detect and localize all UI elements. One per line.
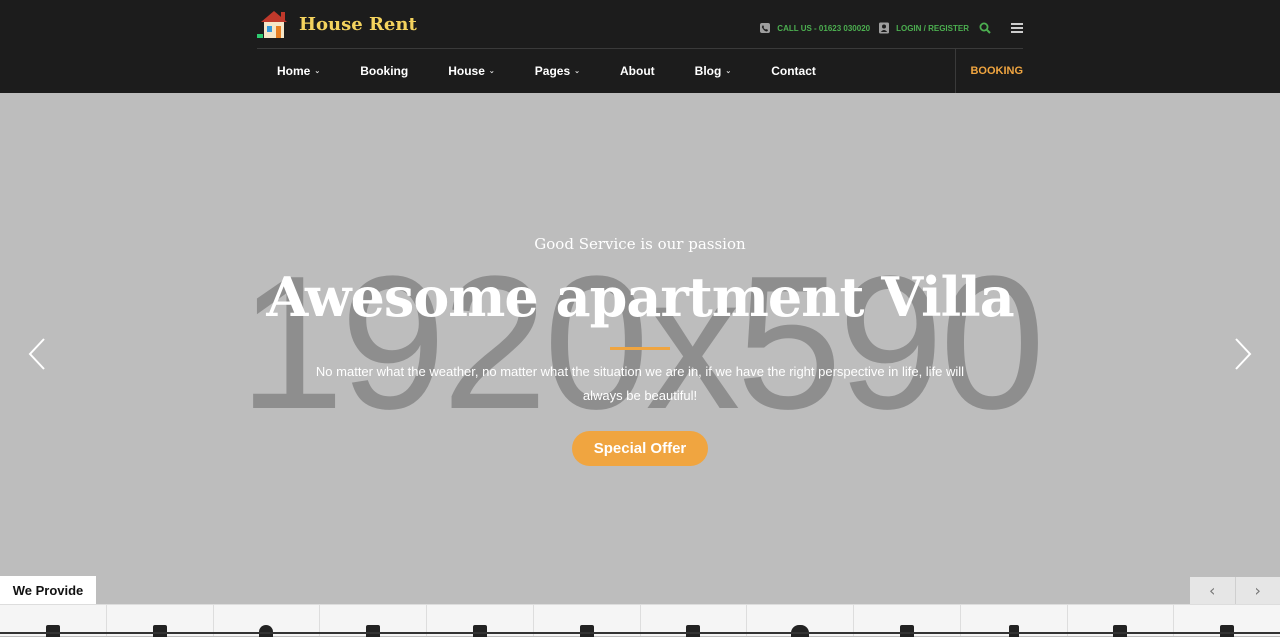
service-icon bbox=[1113, 625, 1127, 637]
provide-pager: ‹ › bbox=[1190, 577, 1280, 604]
provide-icon-strip bbox=[0, 604, 1280, 636]
nav-label: House bbox=[448, 64, 485, 78]
nav-item-blog[interactable]: Blog⌄ bbox=[675, 49, 752, 93]
provide-next-icon[interactable]: › bbox=[1235, 577, 1280, 604]
service-icon bbox=[153, 625, 167, 637]
nav-label: Pages bbox=[535, 64, 570, 78]
brand-name: House Rent bbox=[299, 14, 417, 35]
chevron-down-icon: ⌄ bbox=[725, 67, 731, 75]
top-info-bar: CALL US - 01623 030020 LOGIN / REGISTER bbox=[759, 20, 1025, 36]
we-provide-tab[interactable]: We Provide bbox=[0, 576, 96, 604]
chevron-down-icon: ⌄ bbox=[314, 67, 320, 75]
brand-logo-link[interactable]: House Rent bbox=[257, 8, 417, 40]
nav-label: Booking bbox=[360, 64, 408, 78]
hero-kicker: Good Service is our passion bbox=[0, 235, 1280, 253]
user-icon bbox=[878, 22, 890, 34]
nav-label: Contact bbox=[771, 64, 816, 78]
chevron-down-icon: ⌄ bbox=[489, 67, 495, 75]
nav-item-booking[interactable]: Booking bbox=[340, 49, 428, 93]
strip-baseline bbox=[0, 632, 1280, 634]
site-header: House Rent CALL US - 01623 030020 LOGIN … bbox=[0, 0, 1280, 93]
hero-title: Awesome apartment Villa bbox=[0, 265, 1280, 329]
service-icon bbox=[900, 625, 914, 637]
special-offer-button[interactable]: Special Offer bbox=[572, 431, 708, 466]
phone-icon bbox=[759, 22, 771, 34]
service-icon bbox=[259, 625, 273, 637]
title-underline bbox=[610, 347, 670, 350]
nav-item-about[interactable]: About bbox=[600, 49, 675, 93]
main-nav: Home⌄ Booking House⌄ Pages⌄ About Blog⌄ … bbox=[257, 49, 836, 93]
menu-hamburger-icon[interactable] bbox=[1009, 20, 1025, 36]
nav-label: Home bbox=[277, 64, 310, 78]
nav-label: Blog bbox=[695, 64, 722, 78]
call-us-link[interactable]: CALL US - 01623 030020 bbox=[759, 22, 870, 34]
booking-button[interactable]: BOOKING bbox=[955, 49, 1023, 93]
house-logo-icon bbox=[257, 8, 291, 40]
nav-item-home[interactable]: Home ⌄ bbox=[257, 49, 340, 93]
slider-prev-arrow-icon[interactable] bbox=[26, 337, 50, 371]
service-icon bbox=[1220, 625, 1234, 637]
service-icon bbox=[580, 625, 594, 637]
nav-item-pages[interactable]: Pages ⌄ bbox=[515, 49, 600, 93]
search-icon[interactable] bbox=[977, 20, 993, 36]
hero-description: No matter what the weather, no matter wh… bbox=[300, 360, 980, 408]
call-us-text: CALL US - 01623 030020 bbox=[777, 24, 870, 33]
service-icon bbox=[46, 625, 60, 637]
nav-item-contact[interactable]: Contact bbox=[751, 49, 836, 93]
nav-label: About bbox=[620, 64, 655, 78]
service-icon bbox=[686, 625, 700, 637]
login-register-link[interactable]: LOGIN / REGISTER bbox=[878, 22, 969, 34]
service-icon bbox=[791, 625, 809, 637]
service-icon bbox=[366, 625, 380, 637]
chevron-down-icon: ⌄ bbox=[574, 67, 580, 75]
nav-item-house[interactable]: House ⌄ bbox=[428, 49, 515, 93]
hero-slider: 1920x590 Good Service is our passion Awe… bbox=[0, 93, 1280, 605]
service-icon bbox=[473, 625, 487, 637]
service-icon bbox=[1009, 625, 1019, 637]
provide-prev-icon[interactable]: ‹ bbox=[1190, 577, 1235, 604]
login-register-text: LOGIN / REGISTER bbox=[896, 24, 969, 33]
slider-next-arrow-icon[interactable] bbox=[1230, 337, 1254, 371]
